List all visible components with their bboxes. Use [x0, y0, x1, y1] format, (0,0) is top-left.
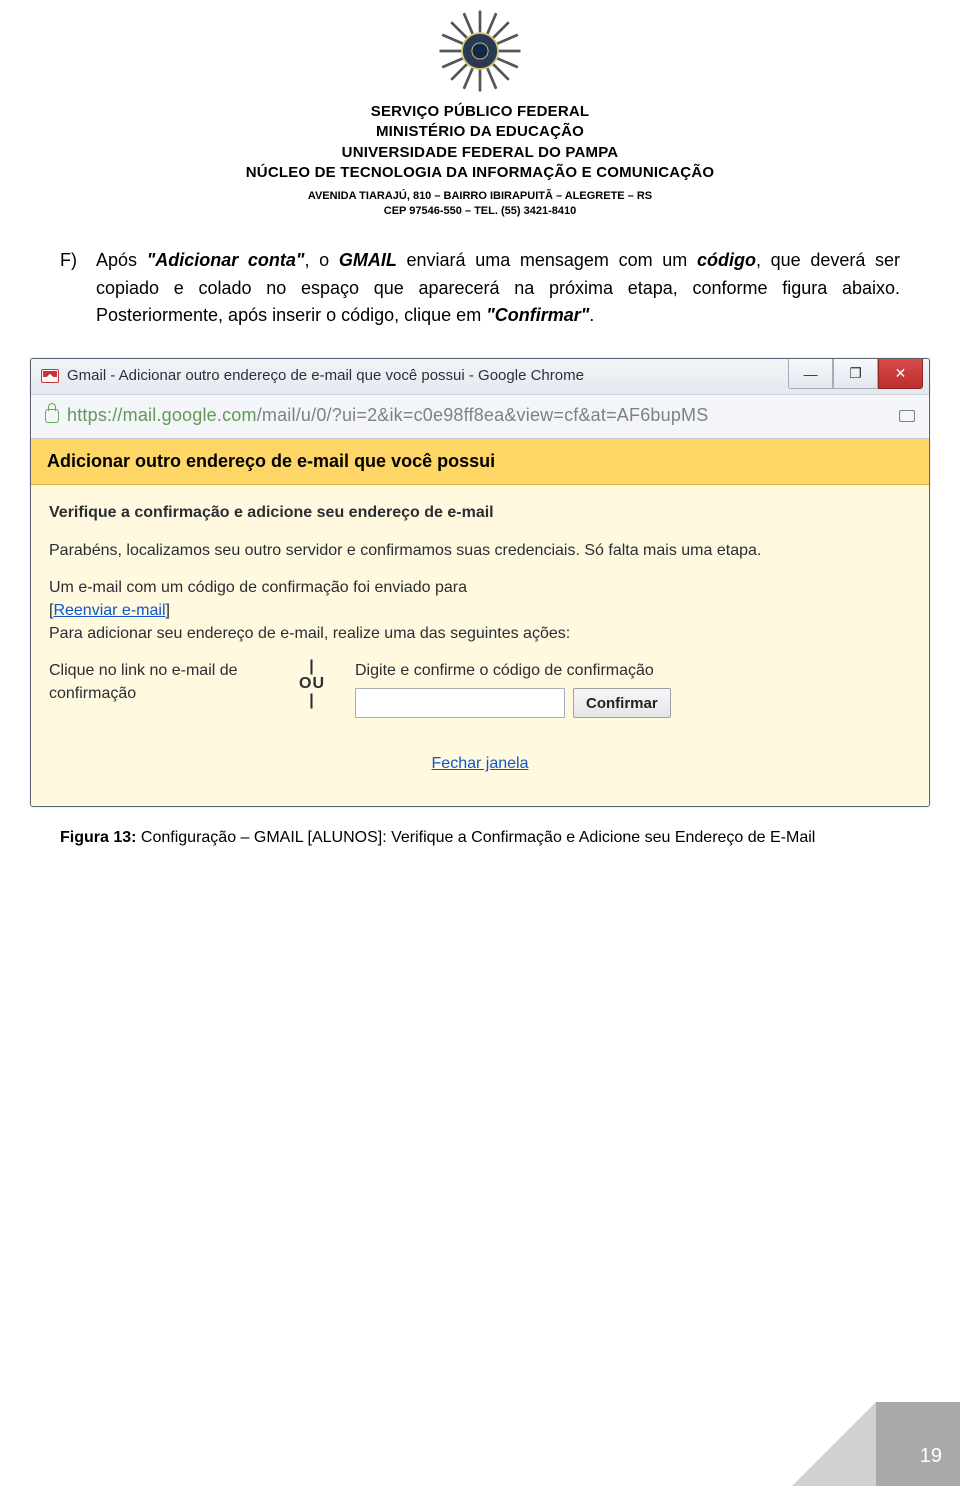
- code-label: Digite e confirme o código de confirmaçã…: [355, 659, 911, 682]
- instruction-paragraph: F) Após "Adicionar conta", o GMAIL envia…: [60, 247, 900, 331]
- list-marker: F): [60, 247, 96, 331]
- minimize-button[interactable]: —: [788, 359, 833, 389]
- header-line: SERVIÇO PÚBLICO FEDERAL: [60, 102, 900, 122]
- lock-icon: [45, 409, 59, 423]
- close-window-link[interactable]: Fechar janela: [432, 755, 529, 772]
- verify-title: Verifique a confirmação e adicione seu e…: [49, 501, 911, 524]
- close-button[interactable]: ✕: [878, 359, 923, 389]
- header-line: NÚCLEO DE TECNOLOGIA DA INFORMAÇÃO E COM…: [60, 163, 900, 183]
- text: Após: [96, 250, 147, 270]
- gmail-band-title: Adicionar outro endereço de e-mail que v…: [31, 439, 929, 485]
- url-text: https://mail.google.com/mail/u/0/?ui=2&i…: [67, 405, 885, 426]
- caption-text: Configuração – GMAIL [ALUNOS]: Verifique…: [136, 829, 815, 846]
- gmail-icon: [41, 369, 59, 383]
- maximize-button[interactable]: ❐: [833, 359, 878, 389]
- figure-caption: Figura 13: Configuração – GMAIL [ALUNOS]…: [60, 829, 900, 847]
- sent-text: Um e-mail com um código de confirmação f…: [49, 579, 467, 596]
- text-bold: código: [697, 250, 756, 270]
- keyboard-icon: [899, 410, 915, 422]
- confirmation-code-input[interactable]: [355, 688, 565, 718]
- gmail-content: Verifique a confirmação e adicione seu e…: [31, 485, 929, 805]
- page-corner-decoration: [876, 1402, 960, 1486]
- sep-or: OU: [299, 676, 325, 693]
- actions-text: Para adicionar seu endereço de e-mail, r…: [49, 625, 570, 642]
- text: , o: [304, 250, 338, 270]
- window-title: Gmail - Adicionar outro endereço de e-ma…: [67, 367, 584, 384]
- url-path: /mail/u/0/?ui=2&ik=c0e98ff8ea&view=cf&at…: [257, 405, 709, 425]
- congrats-text: Parabéns, localizamos seu outro servidor…: [49, 539, 911, 562]
- header-line: MINISTÉRIO DA EDUCAÇÃO: [60, 122, 900, 142]
- text: enviará uma mensagem com um: [397, 250, 697, 270]
- sep-bar: |: [299, 659, 325, 676]
- document-header: SERVIÇO PÚBLICO FEDERAL MINISTÉRIO DA ED…: [60, 0, 900, 219]
- or-separator: | OU |: [299, 659, 325, 709]
- address-bar[interactable]: https://mail.google.com/mail/u/0/?ui=2&i…: [31, 395, 929, 439]
- page-number: 19: [920, 1445, 942, 1468]
- embedded-screenshot: Gmail - Adicionar outro endereço de e-ma…: [30, 358, 930, 806]
- sep-bar: |: [299, 693, 325, 710]
- caption-bold: Figura 13:: [60, 829, 136, 846]
- national-seal-icon: [435, 6, 525, 96]
- header-line: UNIVERSIDADE FEDERAL DO PAMPA: [60, 143, 900, 163]
- window-titlebar[interactable]: Gmail - Adicionar outro endereço de e-ma…: [31, 359, 929, 395]
- confirm-button[interactable]: Confirmar: [573, 688, 671, 718]
- resend-email-link[interactable]: Reenviar e-mail: [53, 602, 165, 619]
- text: .: [589, 305, 594, 325]
- url-secure: https://mail.google.com: [67, 405, 257, 425]
- header-subline: AVENIDA TIARAJÚ, 810 – BAIRRO IBIRAPUITÃ…: [60, 189, 900, 204]
- text-bold: "Adicionar conta": [147, 250, 305, 270]
- text-bold: "Confirmar": [486, 305, 589, 325]
- header-subline: CEP 97546-550 – TEL. (55) 3421-8410: [60, 204, 900, 219]
- click-link-option: Clique no link no e-mail de confirmação: [49, 659, 269, 705]
- text-bold: GMAIL: [339, 250, 397, 270]
